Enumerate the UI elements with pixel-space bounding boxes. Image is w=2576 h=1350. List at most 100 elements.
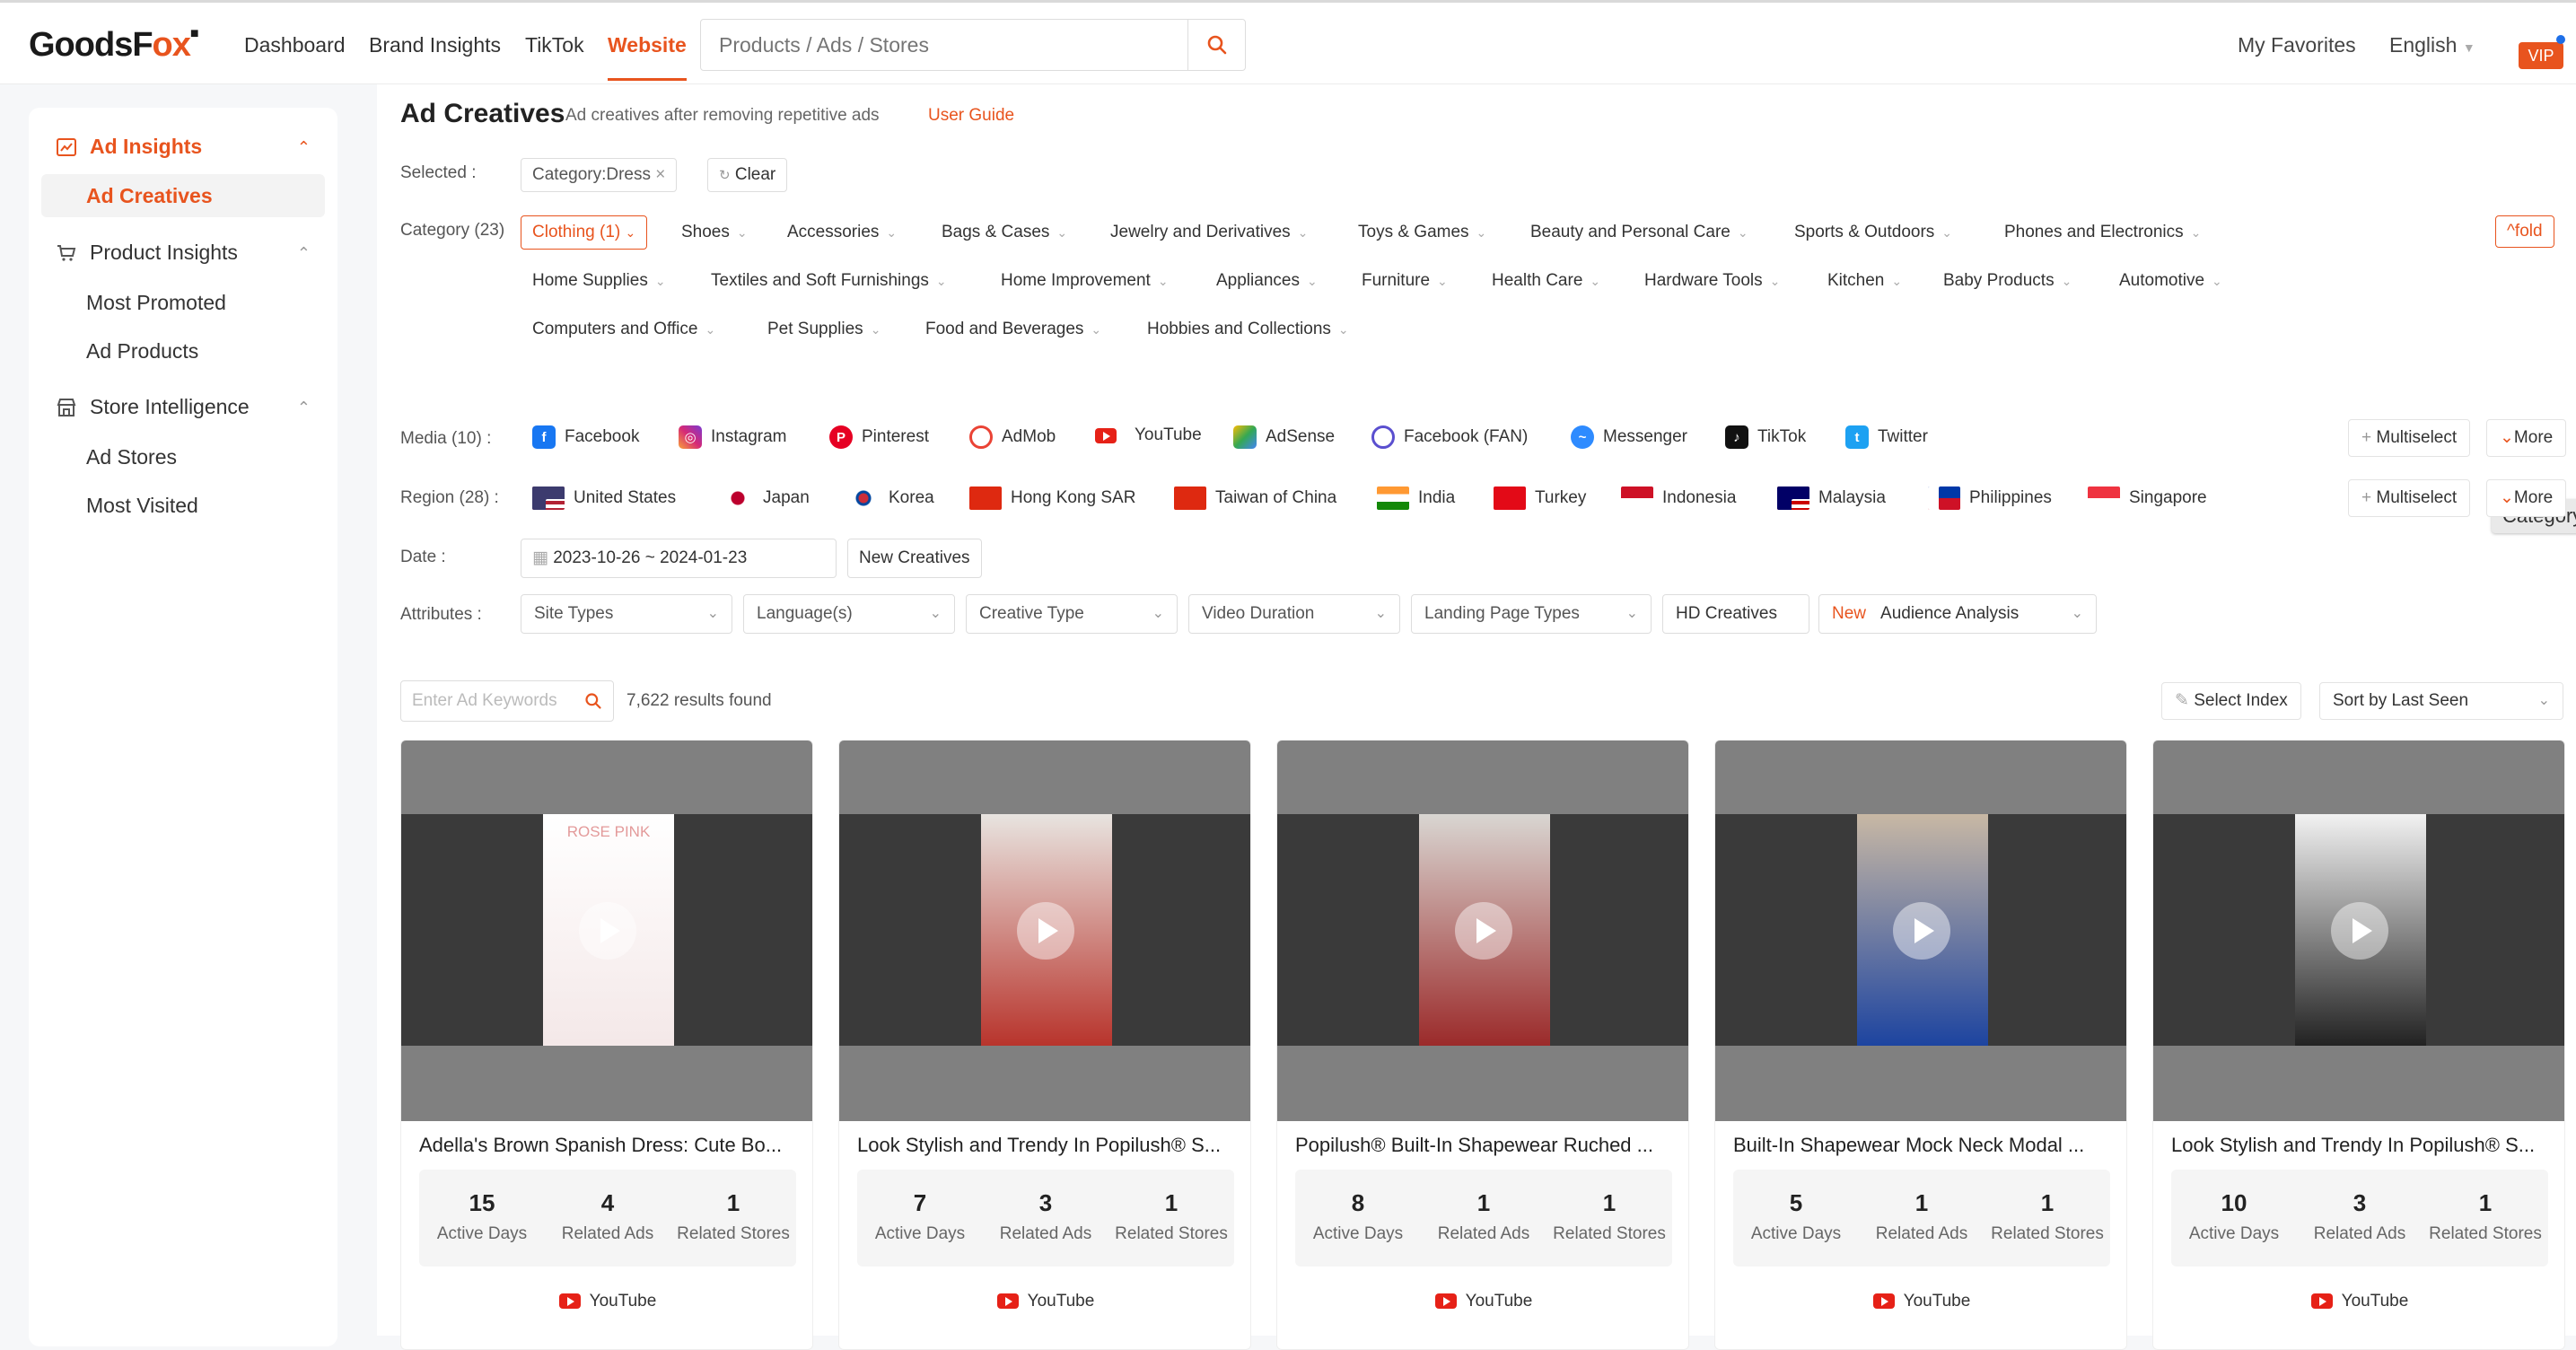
site-types-select[interactable]: Site Types ⌄ (521, 594, 732, 634)
category-item[interactable]: Hobbies and Collections ⌄ (1147, 320, 1349, 339)
card-title[interactable]: Look Stylish and Trendy In Popilush® S..… (857, 1134, 1234, 1157)
ad-card[interactable]: Built-In Shapewear Mock Neck Modal ... 5… (1714, 740, 2127, 1350)
ad-card[interactable]: Look Stylish and Trendy In Popilush® S..… (2152, 740, 2565, 1350)
audience-analysis-select[interactable]: New Audience Analysis ⌄ (1818, 594, 2097, 634)
video-duration-select[interactable]: Video Duration ⌄ (1188, 594, 1400, 634)
sidebar-item-ad-stores[interactable]: Ad Stores (86, 445, 177, 469)
category-item[interactable]: Health Care ⌄ (1492, 271, 1600, 291)
media-instagram[interactable]: ◎ Instagram (679, 425, 786, 449)
global-search-input[interactable] (701, 20, 1187, 70)
region-more-button[interactable]: ⌄More (2486, 479, 2567, 517)
category-item[interactable]: Jewelry and Derivatives ⌄ (1110, 223, 1308, 242)
region-turkey[interactable]: Turkey (1494, 487, 1586, 510)
select-index-button[interactable]: ✎ Select Index (2161, 682, 2301, 720)
category-item[interactable]: Automotive ⌄ (2119, 271, 2222, 291)
selected-chip-category[interactable]: Category:Dress × (521, 158, 678, 192)
card-title[interactable]: Built-In Shapewear Mock Neck Modal ... (1733, 1134, 2110, 1157)
play-icon[interactable] (1017, 902, 1074, 960)
media-multiselect-button[interactable]: + Multiselect (2348, 419, 2471, 457)
region-indonesia[interactable]: Indonesia (1621, 487, 1736, 510)
ad-thumbnail[interactable] (1715, 741, 2126, 1121)
category-item[interactable]: Home Improvement ⌄ (1001, 271, 1169, 291)
search-button[interactable] (1187, 20, 1245, 70)
media-pinterest[interactable]: P Pinterest (829, 425, 929, 449)
vip-badge[interactable]: VIP (2519, 42, 2563, 69)
chevron-up-icon[interactable]: ⌃ (297, 138, 311, 157)
card-title[interactable]: Popilush® Built-In Shapewear Ruched ... (1295, 1134, 1672, 1157)
clear-button[interactable]: ↻ Clear (707, 158, 788, 192)
region-taiwan[interactable]: Taiwan of China (1174, 487, 1336, 510)
category-item[interactable]: Furniture ⌄ (1362, 271, 1448, 291)
category-item[interactable]: Shoes ⌄ (681, 223, 748, 242)
fold-button[interactable]: ^fold (2495, 215, 2554, 248)
user-guide-link[interactable]: User Guide (928, 106, 1014, 126)
play-icon[interactable] (1455, 902, 1512, 960)
ad-card[interactable]: ROSE PINK Adella's Brown Spanish Dress: … (400, 740, 813, 1350)
sidebar-item-most-promoted[interactable]: Most Promoted (86, 291, 226, 315)
media-facebook[interactable]: f Facebook (532, 425, 639, 449)
media-youtube[interactable]: YouTube (1095, 425, 1202, 445)
media-adsense[interactable]: AdSense (1233, 425, 1335, 449)
media-twitter[interactable]: t Twitter (1845, 425, 1928, 449)
category-item[interactable]: Home Supplies ⌄ (532, 271, 666, 291)
region-malaysia[interactable]: Malaysia (1777, 487, 1886, 510)
category-item[interactable]: Beauty and Personal Care ⌄ (1530, 223, 1748, 242)
new-creatives-toggle[interactable]: New Creatives (847, 539, 982, 578)
region-hong-kong[interactable]: Hong Kong SAR (969, 487, 1135, 510)
category-item[interactable]: Bags & Cases ⌄ (942, 223, 1067, 242)
card-title[interactable]: Adella's Brown Spanish Dress: Cute Bo... (419, 1134, 796, 1157)
chevron-up-icon[interactable]: ⌃ (297, 399, 311, 417)
nav-website[interactable]: Website (608, 33, 687, 81)
media-facebook-fan[interactable]: Facebook (FAN) (1371, 425, 1528, 449)
category-item[interactable]: Kitchen ⌄ (1827, 271, 1902, 291)
sort-select[interactable]: Sort by Last Seen ⌄ (2319, 682, 2563, 720)
media-messenger[interactable]: ~ Messenger (1571, 425, 1687, 449)
goodsfox-logo[interactable]: GoodsFox■ (29, 26, 199, 65)
category-item[interactable]: Computers and Office ⌄ (532, 320, 715, 339)
sidebar-group-ad-insights[interactable]: Ad Insights (56, 135, 202, 159)
region-korea[interactable]: Korea (847, 487, 934, 510)
media-more-button[interactable]: ⌄More (2486, 419, 2567, 457)
sidebar-group-product-insights[interactable]: Product Insights (56, 241, 238, 265)
play-icon[interactable] (579, 902, 636, 960)
sidebar-item-most-visited[interactable]: Most Visited (86, 494, 198, 518)
my-favorites-link[interactable]: My Favorites (2238, 33, 2356, 57)
category-item[interactable]: Pet Supplies ⌄ (767, 320, 881, 339)
category-item[interactable]: Baby Products ⌄ (1943, 271, 2072, 291)
language-select[interactable]: English ▼ (2389, 33, 2475, 57)
date-range-picker[interactable]: ▦ 2023-10-26 ~ 2024-01-23 (521, 539, 837, 578)
creative-type-select[interactable]: Creative Type ⌄ (966, 594, 1178, 634)
category-item[interactable]: Accessories ⌄ (787, 223, 897, 242)
media-admob[interactable]: AdMob (969, 425, 1056, 449)
category-item[interactable]: Food and Beverages ⌄ (925, 320, 1101, 339)
media-tiktok[interactable]: ♪ TikTok (1725, 425, 1806, 449)
close-icon[interactable]: × (655, 165, 665, 184)
region-philippines[interactable]: Philippines (1928, 487, 2052, 510)
region-japan[interactable]: Japan (722, 487, 810, 510)
sidebar-group-store-intelligence[interactable]: Store Intelligence (56, 395, 250, 419)
category-item[interactable]: Hardware Tools ⌄ (1644, 271, 1780, 291)
category-item[interactable]: Sports & Outdoors ⌄ (1794, 223, 1952, 242)
ad-thumbnail[interactable] (839, 741, 1250, 1121)
sidebar-item-ad-products[interactable]: Ad Products (86, 339, 198, 364)
ad-thumbnail[interactable] (1277, 741, 1688, 1121)
chevron-up-icon[interactable]: ⌃ (297, 244, 311, 263)
play-icon[interactable] (1893, 902, 1950, 960)
region-united-states[interactable]: United States (532, 487, 676, 510)
category-item[interactable]: Toys & Games ⌄ (1358, 223, 1486, 242)
search-icon[interactable] (584, 692, 602, 710)
hd-creatives-toggle[interactable]: HD Creatives (1662, 594, 1809, 634)
category-item[interactable]: Phones and Electronics ⌄ (2004, 223, 2201, 242)
ad-card[interactable]: Popilush® Built-In Shapewear Ruched ... … (1276, 740, 1689, 1350)
ad-card[interactable]: Look Stylish and Trendy In Popilush® S..… (838, 740, 1251, 1350)
card-title[interactable]: Look Stylish and Trendy In Popilush® S..… (2171, 1134, 2548, 1157)
ad-keyword-search[interactable]: Enter Ad Keywords (400, 680, 614, 722)
sidebar-item-ad-creatives[interactable]: Ad Creatives (41, 174, 325, 217)
landing-page-types-select[interactable]: Landing Page Types ⌄ (1411, 594, 1652, 634)
nav-dashboard[interactable]: Dashboard (244, 33, 346, 57)
languages-select[interactable]: Language(s) ⌄ (743, 594, 955, 634)
category-clothing[interactable]: Clothing (1) ⌄ (521, 215, 648, 250)
region-singapore[interactable]: Singapore (2088, 487, 2207, 510)
nav-tiktok[interactable]: TikTok (525, 33, 584, 57)
ad-thumbnail[interactable]: ROSE PINK (401, 741, 812, 1121)
